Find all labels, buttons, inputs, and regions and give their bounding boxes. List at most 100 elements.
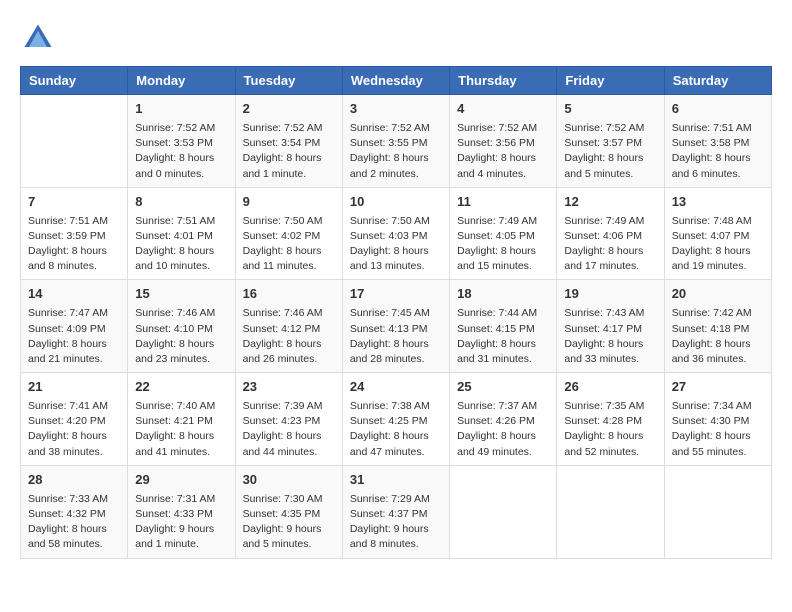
calendar-cell: 1 Sunrise: 7:52 AMSunset: 3:53 PMDaylight… xyxy=(128,95,235,188)
day-number: 20 xyxy=(672,285,764,304)
weekday-header-friday: Friday xyxy=(557,67,664,95)
day-info: Sunrise: 7:31 AMSunset: 4:33 PMDaylight:… xyxy=(135,492,227,553)
page-header xyxy=(20,20,772,56)
day-number: 26 xyxy=(564,378,656,397)
day-info: Sunrise: 7:45 AMSunset: 4:13 PMDaylight:… xyxy=(350,306,442,367)
calendar-cell: 30 Sunrise: 7:30 AMSunset: 4:35 PMDayligh… xyxy=(235,465,342,558)
day-number: 8 xyxy=(135,193,227,212)
calendar-week-5: 28 Sunrise: 7:33 AMSunset: 4:32 PMDayligh… xyxy=(21,465,772,558)
day-info: Sunrise: 7:29 AMSunset: 4:37 PMDaylight:… xyxy=(350,492,442,553)
calendar-cell: 16 Sunrise: 7:46 AMSunset: 4:12 PMDayligh… xyxy=(235,280,342,373)
day-number: 18 xyxy=(457,285,549,304)
weekday-header-sunday: Sunday xyxy=(21,67,128,95)
day-number: 5 xyxy=(564,100,656,119)
day-info: Sunrise: 7:52 AMSunset: 3:55 PMDaylight:… xyxy=(350,121,442,182)
calendar-cell: 22Sunrise: 7:40 AMSunset: 4:21 PMDayligh… xyxy=(128,373,235,466)
day-number: 30 xyxy=(243,471,335,490)
weekday-header-wednesday: Wednesday xyxy=(342,67,449,95)
day-number: 6 xyxy=(672,100,764,119)
day-info: Sunrise: 7:51 AMSunset: 3:58 PMDaylight:… xyxy=(672,121,764,182)
calendar-cell: 19 Sunrise: 7:43 AMSunset: 4:17 PMDayligh… xyxy=(557,280,664,373)
calendar-cell: 11 Sunrise: 7:49 AMSunset: 4:05 PMDayligh… xyxy=(450,187,557,280)
calendar-cell: 24 Sunrise: 7:38 AMSunset: 4:25 PMDayligh… xyxy=(342,373,449,466)
day-number: 24 xyxy=(350,378,442,397)
calendar-week-4: 21 Sunrise: 7:41 AMSunset: 4:20 PMDayligh… xyxy=(21,373,772,466)
day-info: Sunrise: 7:49 AMSunset: 4:06 PMDaylight:… xyxy=(564,214,656,275)
calendar-cell: 28 Sunrise: 7:33 AMSunset: 4:32 PMDayligh… xyxy=(21,465,128,558)
calendar-cell: 9Sunrise: 7:50 AMSunset: 4:02 PMDaylight… xyxy=(235,187,342,280)
day-info: Sunrise: 7:34 AMSunset: 4:30 PMDaylight:… xyxy=(672,399,764,460)
day-number: 10 xyxy=(350,193,442,212)
calendar-cell: 5Sunrise: 7:52 AMSunset: 3:57 PMDaylight… xyxy=(557,95,664,188)
day-number: 2 xyxy=(243,100,335,119)
day-number: 17 xyxy=(350,285,442,304)
day-number: 21 xyxy=(28,378,120,397)
calendar-cell: 4 Sunrise: 7:52 AMSunset: 3:56 PMDaylight… xyxy=(450,95,557,188)
calendar-cell: 6 Sunrise: 7:51 AMSunset: 3:58 PMDaylight… xyxy=(664,95,771,188)
weekday-header-tuesday: Tuesday xyxy=(235,67,342,95)
weekday-header-thursday: Thursday xyxy=(450,67,557,95)
day-info: Sunrise: 7:33 AMSunset: 4:32 PMDaylight:… xyxy=(28,492,120,553)
calendar-cell: 17 Sunrise: 7:45 AMSunset: 4:13 PMDayligh… xyxy=(342,280,449,373)
weekday-header-row: SundayMondayTuesdayWednesdayThursdayFrid… xyxy=(21,67,772,95)
day-number: 19 xyxy=(564,285,656,304)
calendar-cell: 18 Sunrise: 7:44 AMSunset: 4:15 PMDayligh… xyxy=(450,280,557,373)
day-number: 13 xyxy=(672,193,764,212)
day-info: Sunrise: 7:39 AMSunset: 4:23 PMDaylight:… xyxy=(243,399,335,460)
calendar-cell xyxy=(664,465,771,558)
calendar-table: SundayMondayTuesdayWednesdayThursdayFrid… xyxy=(20,66,772,559)
day-info: Sunrise: 7:52 AMSunset: 3:53 PMDaylight:… xyxy=(135,121,227,182)
calendar-cell: 2 Sunrise: 7:52 AMSunset: 3:54 PMDaylight… xyxy=(235,95,342,188)
calendar-cell: 3 Sunrise: 7:52 AMSunset: 3:55 PMDaylight… xyxy=(342,95,449,188)
day-info: Sunrise: 7:40 AMSunset: 4:21 PMDaylight:… xyxy=(135,399,227,460)
day-number: 11 xyxy=(457,193,549,212)
day-number: 27 xyxy=(672,378,764,397)
day-info: Sunrise: 7:44 AMSunset: 4:15 PMDaylight:… xyxy=(457,306,549,367)
calendar-cell xyxy=(557,465,664,558)
day-info: Sunrise: 7:50 AMSunset: 4:03 PMDaylight:… xyxy=(350,214,442,275)
day-info: Sunrise: 7:41 AMSunset: 4:20 PMDaylight:… xyxy=(28,399,120,460)
calendar-cell: 7Sunrise: 7:51 AMSunset: 3:59 PMDaylight… xyxy=(21,187,128,280)
day-number: 12 xyxy=(564,193,656,212)
day-info: Sunrise: 7:52 AMSunset: 3:54 PMDaylight:… xyxy=(243,121,335,182)
day-number: 31 xyxy=(350,471,442,490)
calendar-week-1: 1 Sunrise: 7:52 AMSunset: 3:53 PMDaylight… xyxy=(21,95,772,188)
calendar-cell: 8Sunrise: 7:51 AMSunset: 4:01 PMDaylight… xyxy=(128,187,235,280)
calendar-week-2: 7Sunrise: 7:51 AMSunset: 3:59 PMDaylight… xyxy=(21,187,772,280)
day-number: 14 xyxy=(28,285,120,304)
calendar-header: SundayMondayTuesdayWednesdayThursdayFrid… xyxy=(21,67,772,95)
day-info: Sunrise: 7:46 AMSunset: 4:12 PMDaylight:… xyxy=(243,306,335,367)
calendar-cell: 15Sunrise: 7:46 AMSunset: 4:10 PMDayligh… xyxy=(128,280,235,373)
day-number: 23 xyxy=(243,378,335,397)
calendar-cell: 10 Sunrise: 7:50 AMSunset: 4:03 PMDayligh… xyxy=(342,187,449,280)
calendar-cell: 29Sunrise: 7:31 AMSunset: 4:33 PMDayligh… xyxy=(128,465,235,558)
calendar-cell: 27 Sunrise: 7:34 AMSunset: 4:30 PMDayligh… xyxy=(664,373,771,466)
calendar-cell xyxy=(450,465,557,558)
day-info: Sunrise: 7:47 AMSunset: 4:09 PMDaylight:… xyxy=(28,306,120,367)
day-info: Sunrise: 7:30 AMSunset: 4:35 PMDaylight:… xyxy=(243,492,335,553)
logo-icon xyxy=(20,20,56,56)
calendar-cell: 21 Sunrise: 7:41 AMSunset: 4:20 PMDayligh… xyxy=(21,373,128,466)
calendar-body: 1 Sunrise: 7:52 AMSunset: 3:53 PMDaylight… xyxy=(21,95,772,559)
day-info: Sunrise: 7:38 AMSunset: 4:25 PMDaylight:… xyxy=(350,399,442,460)
day-info: Sunrise: 7:49 AMSunset: 4:05 PMDaylight:… xyxy=(457,214,549,275)
day-number: 1 xyxy=(135,100,227,119)
calendar-cell: 12 Sunrise: 7:49 AMSunset: 4:06 PMDayligh… xyxy=(557,187,664,280)
day-number: 28 xyxy=(28,471,120,490)
calendar-cell: 26 Sunrise: 7:35 AMSunset: 4:28 PMDayligh… xyxy=(557,373,664,466)
day-number: 15 xyxy=(135,285,227,304)
day-number: 25 xyxy=(457,378,549,397)
day-number: 4 xyxy=(457,100,549,119)
day-number: 9 xyxy=(243,193,335,212)
calendar-cell: 23 Sunrise: 7:39 AMSunset: 4:23 PMDayligh… xyxy=(235,373,342,466)
day-info: Sunrise: 7:35 AMSunset: 4:28 PMDaylight:… xyxy=(564,399,656,460)
day-info: Sunrise: 7:42 AMSunset: 4:18 PMDaylight:… xyxy=(672,306,764,367)
day-info: Sunrise: 7:51 AMSunset: 3:59 PMDaylight:… xyxy=(28,214,120,275)
day-info: Sunrise: 7:43 AMSunset: 4:17 PMDaylight:… xyxy=(564,306,656,367)
day-number: 3 xyxy=(350,100,442,119)
calendar-cell: 31 Sunrise: 7:29 AMSunset: 4:37 PMDayligh… xyxy=(342,465,449,558)
calendar-cell: 25Sunrise: 7:37 AMSunset: 4:26 PMDayligh… xyxy=(450,373,557,466)
calendar-cell xyxy=(21,95,128,188)
day-info: Sunrise: 7:52 AMSunset: 3:56 PMDaylight:… xyxy=(457,121,549,182)
day-number: 16 xyxy=(243,285,335,304)
